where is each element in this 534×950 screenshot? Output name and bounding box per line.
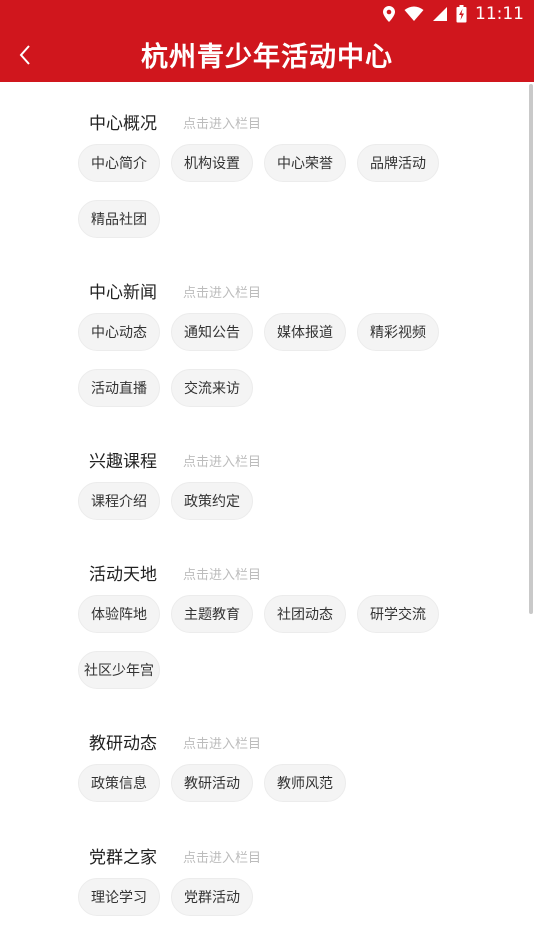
- wifi-icon: [404, 6, 424, 21]
- category-chip[interactable]: 机构设置: [171, 144, 253, 182]
- section-hint: 点击进入栏目: [183, 117, 262, 132]
- category-chip[interactable]: 政策信息: [78, 764, 160, 802]
- category-chip[interactable]: 中心简介: [78, 144, 160, 182]
- category-chip[interactable]: 教研活动: [171, 764, 253, 802]
- section: 中心新闻 点击进入栏目中心动态 通知公告 媒体报道 精彩视频活动直播 交流来访: [78, 277, 498, 425]
- status-bar: 11:11: [0, 0, 534, 27]
- category-chip[interactable]: 中心荣誉: [264, 144, 346, 182]
- section: 教研动态 点击进入栏目政策信息 教研活动 教师风范: [78, 728, 498, 820]
- page-title: 杭州青少年活动中心: [141, 42, 393, 73]
- chip-group: 中心动态 通知公告 媒体报道 精彩视频活动直播 交流来访: [78, 313, 498, 425]
- section-title: 活动天地: [89, 565, 157, 585]
- chip-group: 课程介绍 政策约定: [78, 482, 498, 538]
- section-title: 兴趣课程: [89, 452, 157, 472]
- category-chip[interactable]: 社区少年宫: [78, 651, 160, 689]
- category-chip[interactable]: 党群活动: [171, 878, 253, 916]
- section-header[interactable]: 活动天地 点击进入栏目: [89, 559, 498, 585]
- chip-group: 政策信息 教研活动 教师风范: [78, 764, 498, 820]
- section-hint: 点击进入栏目: [183, 286, 262, 301]
- section-title: 党群之家: [89, 848, 157, 868]
- app-bar: 杭州青少年活动中心: [0, 27, 534, 82]
- signal-icon: [433, 6, 447, 21]
- section-hint: 点击进入栏目: [183, 568, 262, 583]
- category-chip[interactable]: 活动直播: [78, 369, 160, 407]
- location-icon: [383, 5, 395, 22]
- section: 兴趣课程 点击进入栏目课程介绍 政策约定: [78, 446, 498, 538]
- category-chip[interactable]: 社团动态: [264, 595, 346, 633]
- section: 党群之家 点击进入栏目理论学习 党群活动: [78, 842, 498, 934]
- category-chip[interactable]: 精彩视频: [357, 313, 439, 351]
- category-chip[interactable]: 教师风范: [264, 764, 346, 802]
- section: 中心概况 点击进入栏目中心简介 机构设置 中心荣誉 品牌活动精品社团: [78, 108, 498, 256]
- status-time: 11:11: [475, 3, 524, 24]
- category-chip[interactable]: 课程介绍: [78, 482, 160, 520]
- category-chip[interactable]: 中心动态: [78, 313, 160, 351]
- category-chip[interactable]: 理论学习: [78, 878, 160, 916]
- section: 活动天地 点击进入栏目体验阵地 主题教育 社团动态 研学交流社区少年宫: [78, 559, 498, 707]
- section-title: 中心概况: [89, 114, 157, 134]
- section-hint: 点击进入栏目: [183, 737, 262, 752]
- section-title: 中心新闻: [89, 283, 157, 303]
- section-header[interactable]: 兴趣课程 点击进入栏目: [89, 446, 498, 472]
- category-chip[interactable]: 政策约定: [171, 482, 253, 520]
- category-chip[interactable]: 媒体报道: [264, 313, 346, 351]
- section-header[interactable]: 中心概况 点击进入栏目: [89, 108, 498, 134]
- section-hint: 点击进入栏目: [183, 455, 262, 470]
- category-chip[interactable]: 主题教育: [171, 595, 253, 633]
- chip-group: 体验阵地 主题教育 社团动态 研学交流社区少年宫: [78, 595, 498, 707]
- chip-group: 中心简介 机构设置 中心荣誉 品牌活动精品社团: [78, 144, 498, 256]
- category-chip[interactable]: 交流来访: [171, 369, 253, 407]
- section-header[interactable]: 党群之家 点击进入栏目: [89, 842, 498, 868]
- category-list: 中心概况 点击进入栏目 中心简介 机构设置 中心荣誉 品牌活动 精品社团 中心新闻 点击进入栏目…: [0, 82, 534, 950]
- scrollbar[interactable]: [529, 84, 533, 614]
- section-title: 教研动态: [89, 734, 157, 754]
- category-chip[interactable]: 品牌活动: [357, 144, 439, 182]
- section-header[interactable]: 中心新闻 点击进入栏目: [89, 277, 498, 303]
- status-icons: 11:11: [382, 0, 524, 27]
- category-chip[interactable]: 体验阵地: [78, 595, 160, 633]
- chip-group: 理论学习 党群活动: [78, 878, 498, 934]
- section-hint: 点击进入栏目: [183, 851, 262, 866]
- category-chip[interactable]: 精品社团: [78, 200, 160, 238]
- category-chip[interactable]: 通知公告: [171, 313, 253, 351]
- category-chip[interactable]: 研学交流: [357, 595, 439, 633]
- battery-icon: [456, 4, 467, 22]
- section-header[interactable]: 教研动态 点击进入栏目: [89, 728, 498, 754]
